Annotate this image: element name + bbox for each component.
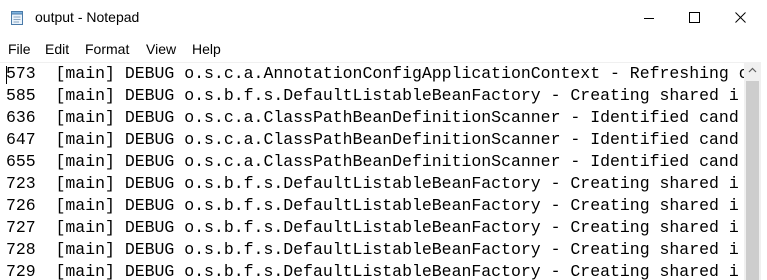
menu-bar: File Edit Format View Help bbox=[0, 38, 767, 60]
menu-view[interactable]: View bbox=[146, 41, 176, 57]
text-editor[interactable]: 573 [main] DEBUG o.s.c.a.AnnotationConfi… bbox=[0, 62, 744, 280]
maximize-button[interactable] bbox=[672, 0, 718, 36]
text-line: 636 [main] DEBUG o.s.c.a.ClassPathBeanDe… bbox=[6, 108, 739, 127]
text-line: 729 [main] DEBUG o.s.b.f.s.DefaultListab… bbox=[6, 262, 739, 280]
menu-format[interactable]: Format bbox=[85, 41, 129, 57]
close-button[interactable] bbox=[718, 0, 764, 36]
notepad-icon bbox=[9, 10, 25, 26]
window-border bbox=[761, 62, 767, 280]
title-bar[interactable]: output - Notepad bbox=[0, 0, 767, 36]
text-line: 647 [main] DEBUG o.s.c.a.ClassPathBeanDe… bbox=[6, 130, 739, 149]
text-caret bbox=[6, 66, 7, 84]
text-line: 726 [main] DEBUG o.s.b.f.s.DefaultListab… bbox=[6, 196, 739, 215]
scroll-up-arrow-icon bbox=[748, 67, 757, 73]
text-line: 573 [main] DEBUG o.s.c.a.AnnotationConfi… bbox=[6, 64, 744, 83]
scroll-up-button[interactable] bbox=[744, 62, 761, 79]
window-title: output - Notepad bbox=[35, 9, 140, 25]
vertical-scrollbar[interactable] bbox=[744, 62, 761, 280]
scrollbar-thumb[interactable] bbox=[746, 81, 759, 280]
text-line: 723 [main] DEBUG o.s.b.f.s.DefaultListab… bbox=[6, 174, 739, 193]
text-line: 727 [main] DEBUG o.s.b.f.s.DefaultListab… bbox=[6, 218, 739, 237]
notepad-window: output - Notepad File Edit Format View H… bbox=[0, 0, 767, 280]
menu-edit[interactable]: Edit bbox=[45, 41, 69, 57]
text-line: 728 [main] DEBUG o.s.b.f.s.DefaultListab… bbox=[6, 240, 739, 259]
text-line: 585 [main] DEBUG o.s.b.f.s.DefaultListab… bbox=[6, 86, 739, 105]
menu-file[interactable]: File bbox=[8, 41, 31, 57]
minimize-button[interactable] bbox=[626, 0, 672, 36]
maximize-icon bbox=[689, 12, 700, 23]
close-icon bbox=[735, 12, 746, 23]
menu-help[interactable]: Help bbox=[192, 41, 221, 57]
text-line: 655 [main] DEBUG o.s.c.a.ClassPathBeanDe… bbox=[6, 152, 739, 171]
